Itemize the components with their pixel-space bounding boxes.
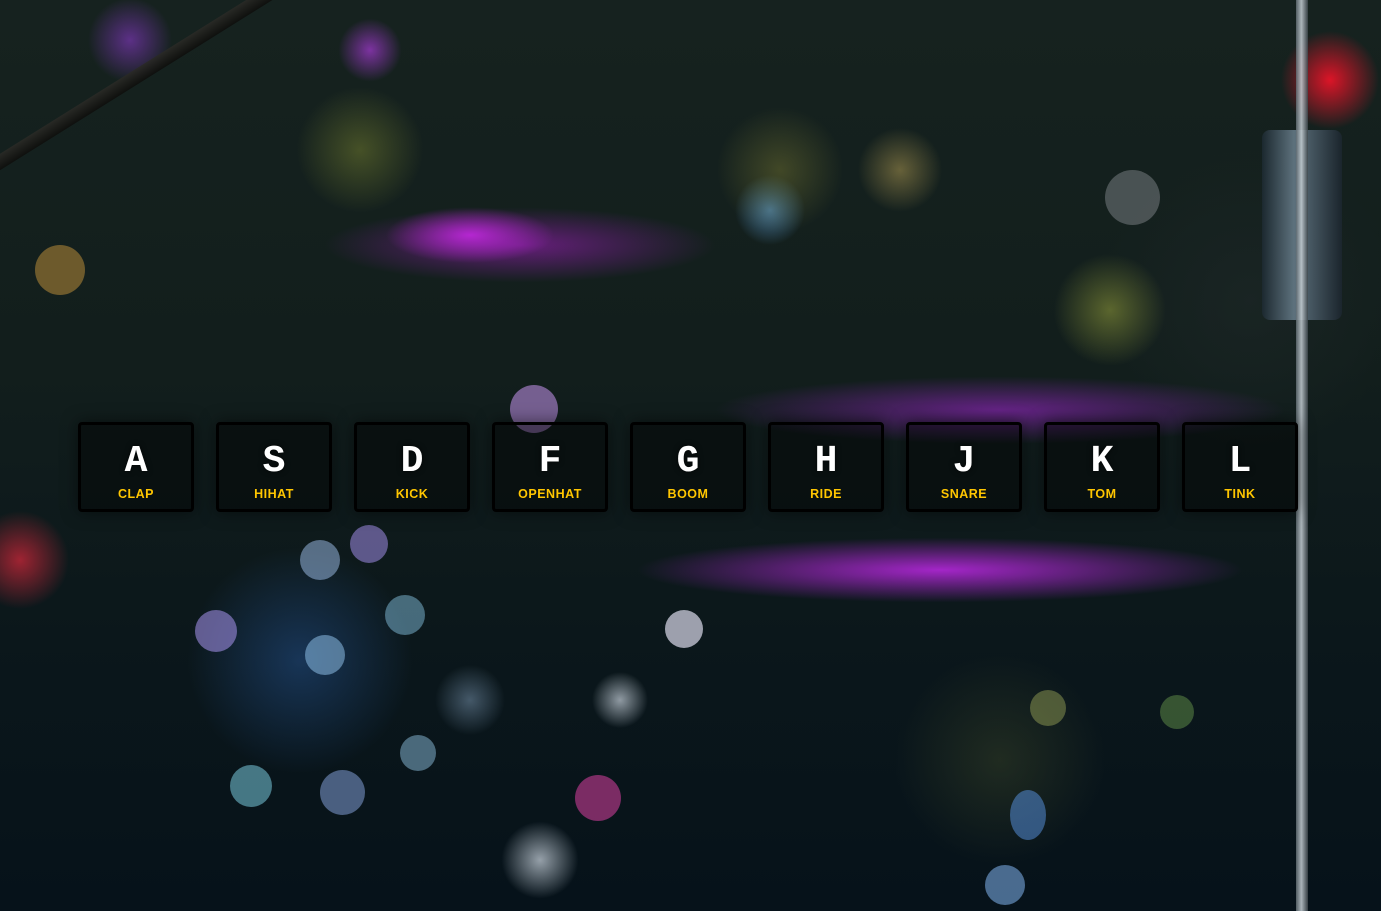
drum-key-openhat[interactable]: F OPENHAT xyxy=(492,422,608,512)
sound-label: KICK xyxy=(395,487,429,501)
key-letter: K xyxy=(1090,440,1114,483)
drum-key-tom[interactable]: K TOM xyxy=(1044,422,1160,512)
sound-label: CLAP xyxy=(117,487,155,501)
drum-key-ride[interactable]: H RIDE xyxy=(768,422,884,512)
drum-key-snare[interactable]: J SNARE xyxy=(906,422,1022,512)
key-letter: G xyxy=(676,440,700,483)
drum-key-tink[interactable]: L TINK xyxy=(1182,422,1298,512)
drum-keys: A CLAP S HIHAT D KICK F OPENHAT G BOOM H… xyxy=(0,0,1381,911)
sound-label: TINK xyxy=(1224,487,1256,501)
key-letter: F xyxy=(538,440,562,483)
sound-label: TOM xyxy=(1087,487,1117,501)
key-letter: S xyxy=(262,440,286,483)
drum-key-clap[interactable]: A CLAP xyxy=(78,422,194,512)
key-letter: J xyxy=(952,440,976,483)
sound-label: BOOM xyxy=(667,487,709,501)
key-letter: H xyxy=(814,440,838,483)
drum-key-hihat[interactable]: S HIHAT xyxy=(216,422,332,512)
sound-label: HIHAT xyxy=(254,487,294,501)
drum-key-boom[interactable]: G BOOM xyxy=(630,422,746,512)
key-letter: A xyxy=(124,440,148,483)
sound-label: RIDE xyxy=(810,487,842,501)
drum-kit-background: A CLAP S HIHAT D KICK F OPENHAT G BOOM H… xyxy=(0,0,1381,911)
sound-label: OPENHAT xyxy=(518,487,582,501)
key-letter: L xyxy=(1228,440,1252,483)
drum-key-kick[interactable]: D KICK xyxy=(354,422,470,512)
sound-label: SNARE xyxy=(940,487,988,501)
key-letter: D xyxy=(400,440,424,483)
